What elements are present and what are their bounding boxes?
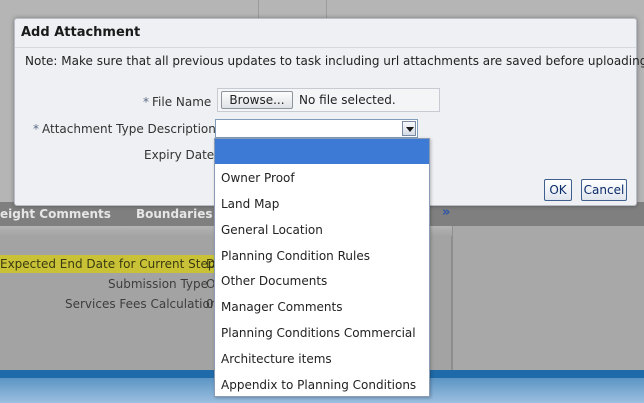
browse-button[interactable]: Browse... <box>221 91 293 109</box>
required-marker: * <box>33 122 39 136</box>
option-owner-proof[interactable]: Owner Proof <box>215 166 429 191</box>
option-general-location[interactable]: General Location <box>215 218 429 243</box>
field-label-submission-type: Submission Type <box>108 277 209 291</box>
dialog-divider <box>15 47 636 48</box>
ok-button[interactable]: OK <box>544 179 572 201</box>
option-blank[interactable] <box>215 139 429 164</box>
double-chevron-right-icon[interactable]: » <box>442 205 450 220</box>
required-marker: * <box>143 95 149 109</box>
option-other-documents[interactable]: Other Documents <box>215 269 429 294</box>
attachment-type-select[interactable] <box>215 119 418 138</box>
cancel-button[interactable]: Cancel <box>581 179 627 201</box>
attachment-type-label: * Attachment Type Description <box>33 122 216 136</box>
background-right-area <box>453 226 644 376</box>
dialog-note: Note: Make sure that all previous update… <box>25 54 644 68</box>
expiry-date-label: Expiry Date <box>144 148 215 162</box>
file-upload-field: Browse... No file selected. <box>217 88 440 112</box>
chevron-down-icon[interactable] <box>402 121 416 136</box>
no-file-selected-text: No file selected. <box>299 93 396 107</box>
attachment-type-options-list: Owner Proof Land Map General Location Pl… <box>214 138 430 397</box>
option-manager-comments[interactable]: Manager Comments <box>215 295 429 320</box>
option-planning-condition-rules[interactable]: Planning Condition Rules <box>215 244 429 269</box>
background-tab-boundaries[interactable]: Boundaries a <box>136 207 225 221</box>
option-appendix-planning-conditions[interactable]: Appendix to Planning Conditions <box>215 373 429 396</box>
field-label-services-fees: Services Fees Calculation <box>65 297 218 311</box>
file-name-label: * File Name <box>143 95 211 109</box>
background-tab-comments[interactable]: eight Comments <box>0 207 111 221</box>
option-planning-conditions-commercial[interactable]: Planning Conditions Commercial <box>215 321 429 346</box>
option-architecture-items[interactable]: Architecture items <box>215 347 429 372</box>
option-land-map[interactable]: Land Map <box>215 192 429 217</box>
field-label-expected-end-date: Expected End Date for Current Step <box>0 257 216 271</box>
file-name-label-text: File Name <box>152 95 212 109</box>
attachment-type-label-text: Attachment Type Description <box>42 122 216 136</box>
dialog-title: Add Attachment <box>21 25 141 40</box>
background-divider <box>326 0 327 20</box>
field-value-services-fees: 0 <box>206 297 214 311</box>
background-divider <box>258 0 259 20</box>
